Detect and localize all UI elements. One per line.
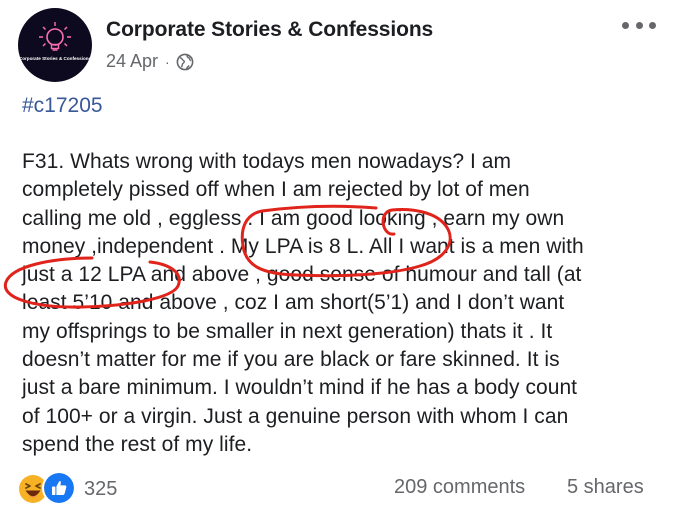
post-text-line: F31. Whats wrong with todays men nowaday…: [22, 150, 512, 173]
post-text-line: just a bare minimum. I wouldn’t mind if …: [22, 376, 578, 400]
post-text-line: of 100+ or a virgin. Just a genuine pers…: [22, 404, 569, 428]
globe-icon[interactable]: [176, 53, 194, 71]
avatar-caption: Corporate Stories & Confessions: [18, 56, 92, 61]
lightbulb-logo-icon: [39, 22, 71, 51]
page-name-link[interactable]: Corporate Stories & Confessions: [106, 18, 433, 42]
reactions-summary[interactable]: 325: [18, 471, 118, 505]
post-text-line: completely pissed off when I am rejected…: [22, 178, 530, 202]
page-avatar[interactable]: Corporate Stories & Confessions: [18, 8, 92, 82]
post-text-line: doesn’t matter for me if you are black o…: [22, 348, 560, 372]
more-options-icon[interactable]: [622, 18, 656, 32]
more-dot: [622, 21, 629, 29]
post-text-line: spend the rest of my life.: [22, 432, 253, 456]
post-header: Corporate Stories & Confessions Corporat…: [0, 0, 680, 86]
hashtag-link[interactable]: #c17205: [22, 94, 103, 118]
post-text-line: least 5’10 and above , coz I am short(5’…: [22, 291, 565, 315]
reaction-count: 325: [84, 477, 118, 500]
post-text-line: money ,independent . My LPA is 8 L. All …: [22, 234, 584, 258]
post-text-line: just a 12 LPA and above , good sense of …: [22, 263, 582, 287]
meta-separator: ·: [165, 53, 170, 70]
comments-count-link[interactable]: 209 comments: [394, 476, 525, 499]
post-footer: 325 209 comments 5 shares: [0, 470, 680, 506]
post-text-line: calling me old , eggless . I am good loo…: [22, 206, 565, 230]
like-icon: [42, 471, 76, 505]
post-text: F31. Whats wrong with todays men nowaday…: [22, 148, 672, 459]
post-meta: 24 Apr ·: [106, 51, 194, 72]
post-text-line: my offsprings to be smaller in next gene…: [22, 319, 553, 343]
post-date[interactable]: 24 Apr: [106, 51, 158, 72]
more-dot: [635, 21, 643, 29]
shares-count-link[interactable]: 5 shares: [567, 476, 644, 499]
more-dot: [649, 21, 656, 29]
